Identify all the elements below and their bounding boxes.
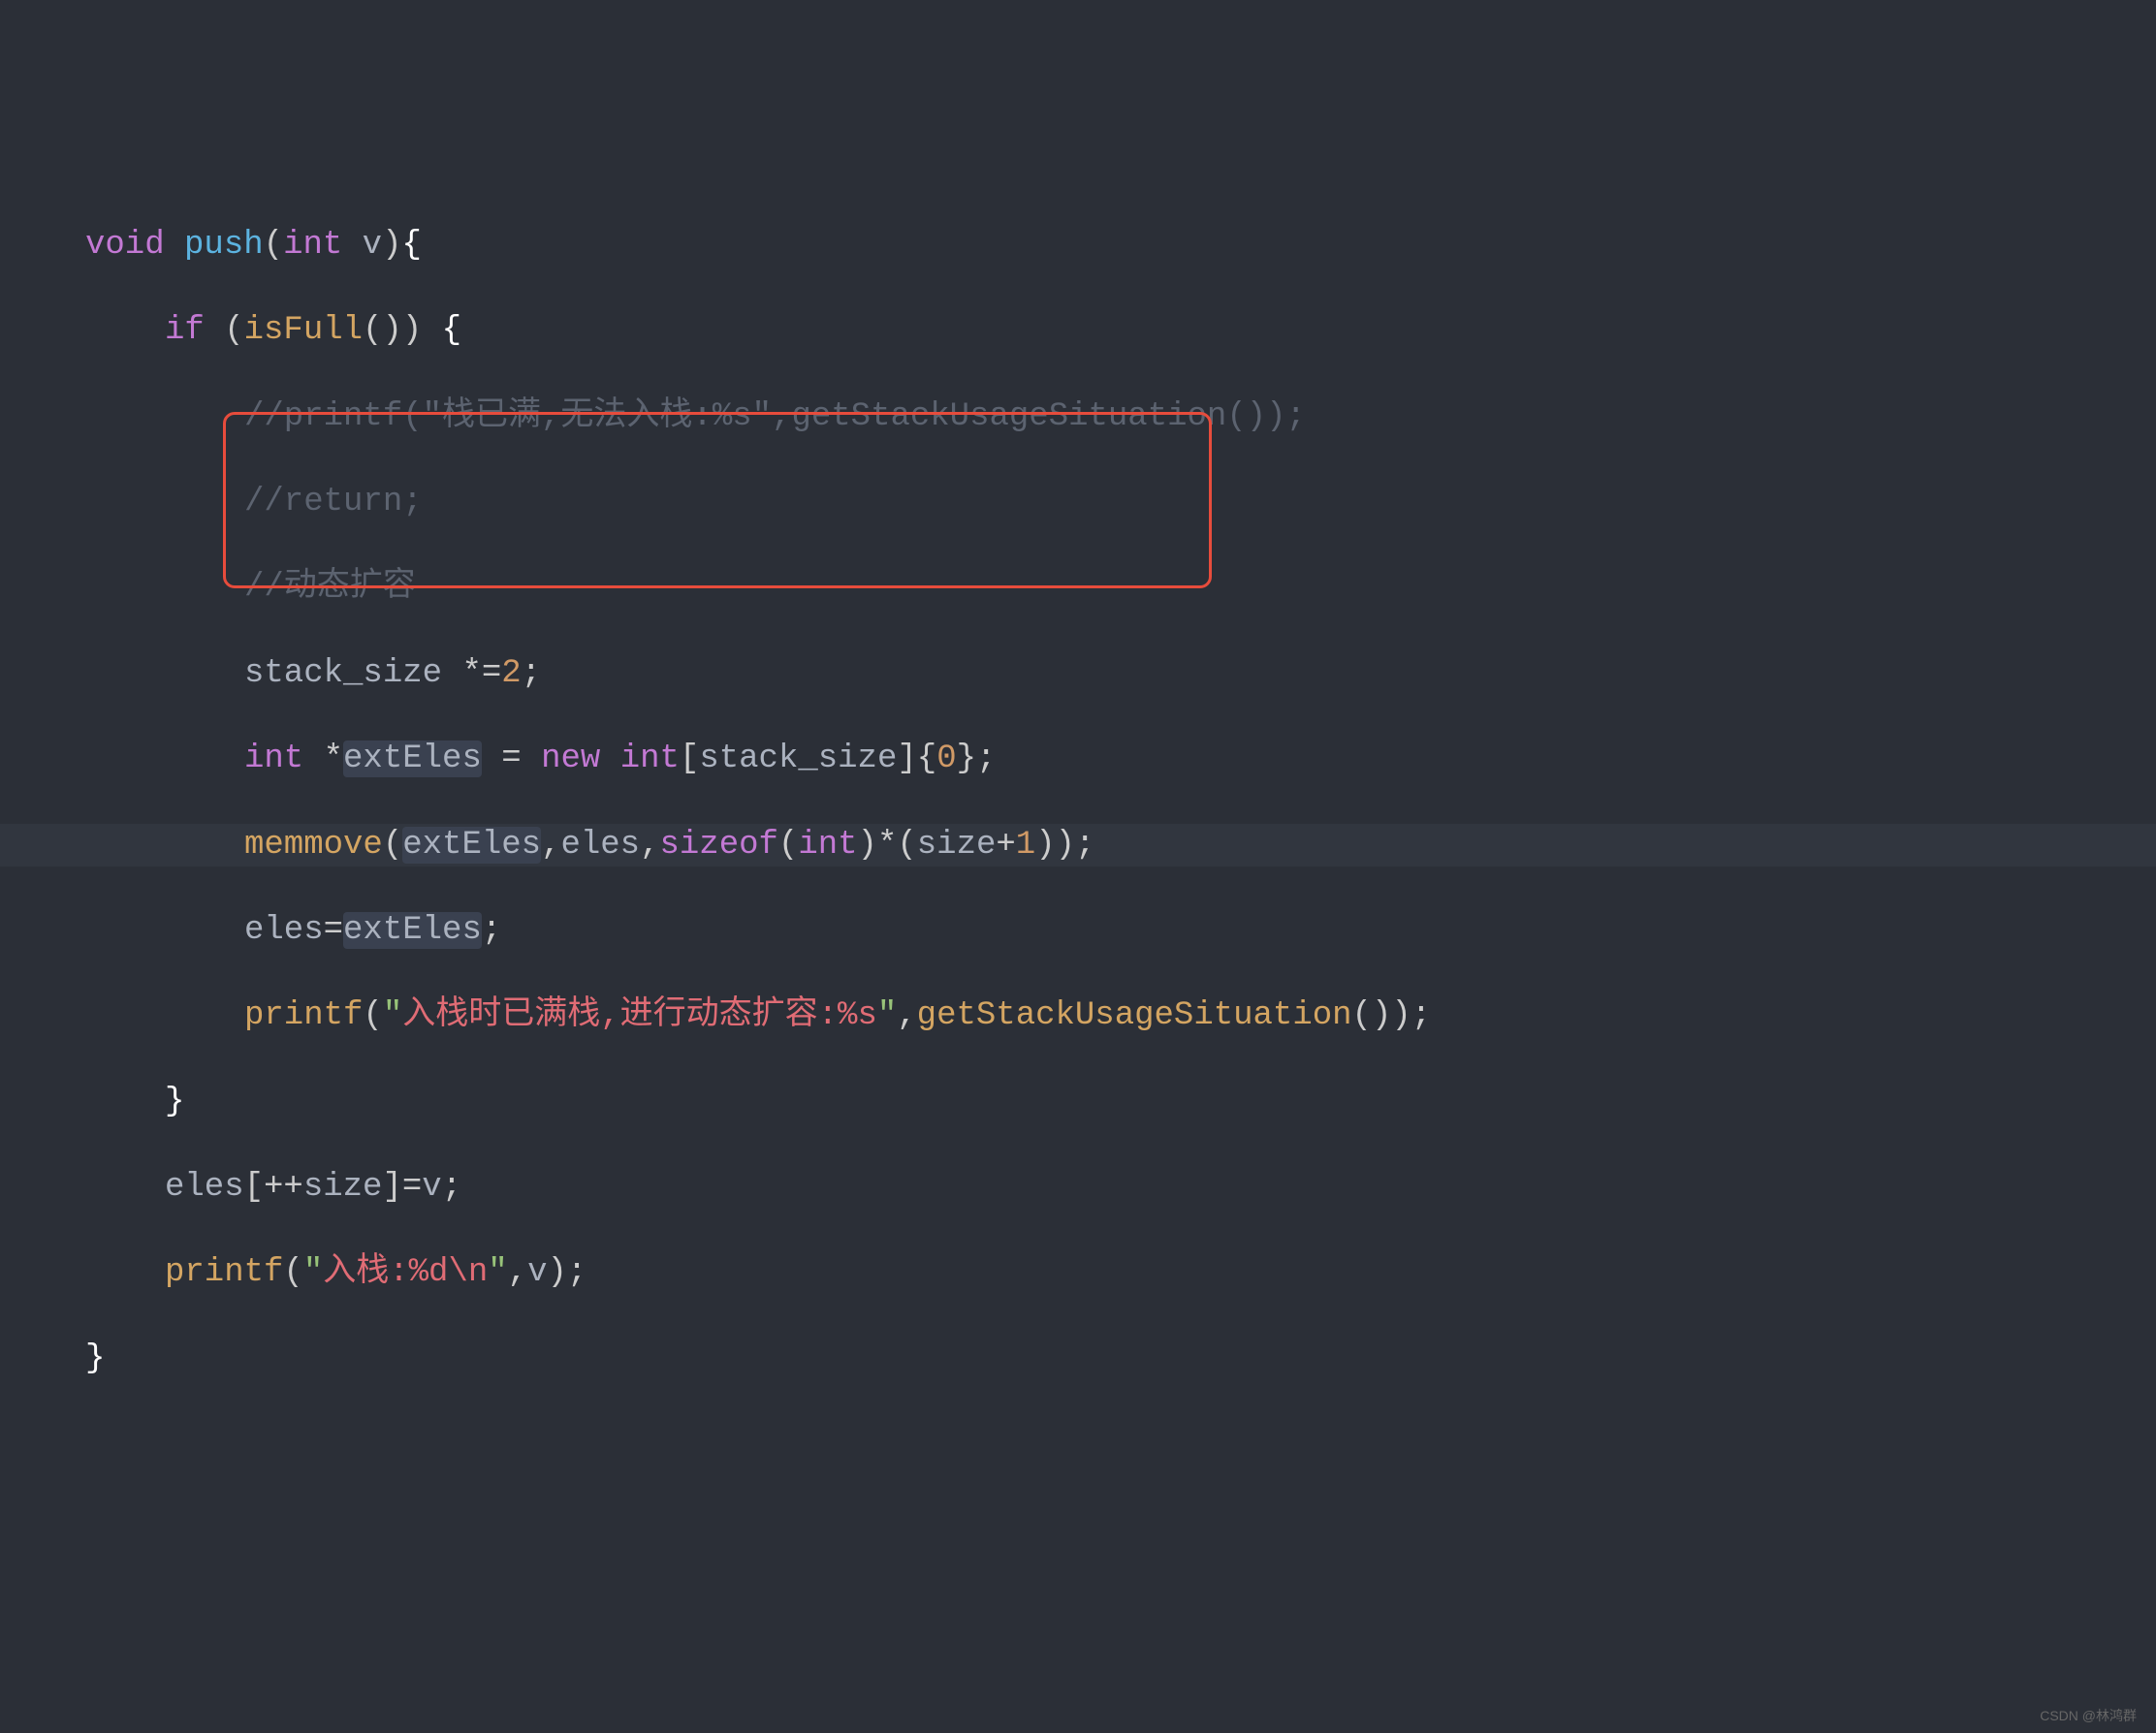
comma: ,: [541, 827, 560, 864]
paren: (: [205, 312, 244, 349]
bracket: [: [680, 740, 699, 777]
code-editor: void push(int v){ if (isFull()) { //prin…: [0, 181, 2156, 1466]
string-quote: ": [877, 997, 897, 1034]
keyword-void: void: [85, 227, 165, 264]
brace: {: [402, 227, 422, 264]
brace: }: [85, 1340, 105, 1377]
bracket: ]=: [382, 1169, 422, 1206]
variable-highlight: extEles: [343, 912, 482, 949]
watermark: CSDN @林鸿群: [2040, 1707, 2137, 1724]
keyword-int: int: [244, 740, 303, 777]
code-line-7: int *extEles = new int[stack_size]{0};: [0, 738, 2156, 780]
comma: ,: [640, 827, 659, 864]
variable-highlight: extEles: [343, 740, 482, 777]
bracket: [++: [244, 1169, 303, 1206]
operator: *=: [461, 655, 501, 692]
variable: eles: [244, 912, 324, 949]
parens: (): [363, 312, 402, 349]
code-line-8: memmove(extEles,eles,sizeof(int)*(size+1…: [0, 824, 2156, 866]
bracket: ]{: [897, 740, 936, 777]
comma: ,: [508, 1254, 527, 1291]
brace: {: [442, 312, 461, 349]
comment: //return;: [244, 484, 423, 520]
code-line-10: printf("入栈时已满栈,进行动态扩容:%s",getStackUsageS…: [0, 994, 2156, 1037]
keyword-sizeof: sizeof: [660, 827, 778, 864]
code-line-2: if (isFull()) {: [0, 309, 2156, 352]
semicolon: ;: [482, 912, 501, 949]
variable: eles: [165, 1169, 244, 1206]
function-name: push: [184, 227, 264, 264]
code-line-14: }: [0, 1338, 2156, 1380]
code-line-4: //return;: [0, 481, 2156, 523]
string-quote: ": [383, 997, 402, 1034]
comment: //动态扩容: [244, 569, 416, 606]
keyword-int: int: [798, 827, 857, 864]
variable: v: [527, 1254, 547, 1291]
brace: }: [165, 1084, 184, 1120]
code-line-12: eles[++size]=v;: [0, 1166, 2156, 1209]
variable: eles: [560, 827, 640, 864]
space: [600, 740, 619, 777]
code-line-6: stack_size *=2;: [0, 652, 2156, 695]
paren: (: [383, 827, 402, 864]
paren: (: [283, 1254, 302, 1291]
end: ));: [1035, 827, 1094, 864]
paren: ): [382, 227, 401, 264]
variable: stack_size: [699, 740, 897, 777]
paren: )*(: [858, 827, 917, 864]
paren: (: [363, 997, 382, 1034]
keyword-new: new: [541, 740, 600, 777]
function-memmove: memmove: [244, 827, 383, 864]
code-line-9: eles=extEles;: [0, 909, 2156, 952]
function-printf: printf: [165, 1254, 283, 1291]
string-quote: ": [303, 1254, 323, 1291]
function-printf: printf: [244, 997, 363, 1034]
function-call: getStackUsageSituation: [917, 997, 1352, 1034]
paren: (: [264, 227, 283, 264]
end: ());: [1352, 997, 1432, 1034]
string-quote: ": [488, 1254, 507, 1291]
paren: (: [778, 827, 798, 864]
equals: =: [324, 912, 343, 949]
star: *: [303, 740, 343, 777]
comment: //printf("栈已满,无法入栈:%s",getStackUsageSitu…: [244, 398, 1306, 435]
variable: stack_size: [244, 655, 461, 692]
code-line-3: //printf("栈已满,无法入栈:%s",getStackUsageSitu…: [0, 395, 2156, 438]
plus: +: [996, 827, 1015, 864]
variable-highlight: extEles: [402, 827, 541, 864]
semicolon: ;: [442, 1169, 461, 1206]
equals: =: [482, 740, 541, 777]
string-content: 入栈:%d\n: [323, 1254, 488, 1291]
variable: size: [917, 827, 997, 864]
semicolon: ;: [522, 655, 541, 692]
variable: size: [303, 1169, 383, 1206]
code-line-5: //动态扩容: [0, 566, 2156, 609]
string-content: 入栈时已满栈,进行动态扩容:%s: [402, 997, 877, 1034]
param: v: [342, 227, 382, 264]
number: 1: [1016, 827, 1035, 864]
comma: ,: [897, 997, 916, 1034]
code-line-13: printf("入栈:%d\n",v);: [0, 1251, 2156, 1294]
number: 0: [936, 740, 956, 777]
variable: v: [422, 1169, 441, 1206]
function-call: isFull: [244, 312, 363, 349]
keyword-int: int: [283, 227, 342, 264]
end: );: [547, 1254, 587, 1291]
end: };: [957, 740, 997, 777]
number: 2: [501, 655, 521, 692]
keyword-int: int: [620, 740, 680, 777]
keyword-if: if: [165, 312, 205, 349]
paren: ): [402, 312, 442, 349]
code-line-1: void push(int v){: [0, 224, 2156, 267]
code-line-11: }: [0, 1081, 2156, 1123]
